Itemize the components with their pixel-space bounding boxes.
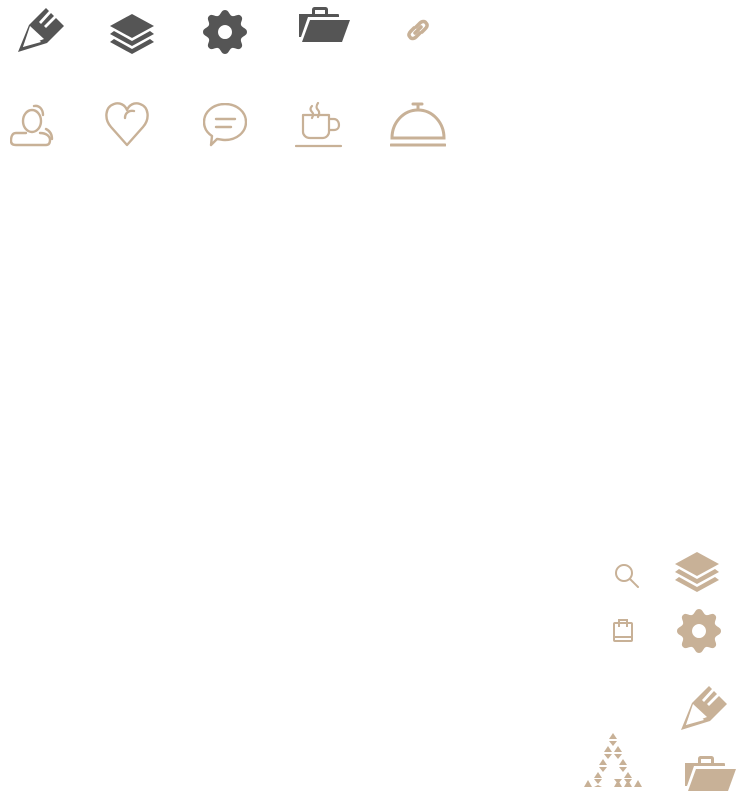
link-icon[interactable] xyxy=(405,17,431,43)
folder-open-icon[interactable] xyxy=(684,756,736,792)
gear-icon[interactable] xyxy=(203,10,247,54)
layers-icon[interactable] xyxy=(110,14,154,54)
heart-icon[interactable] xyxy=(104,101,150,147)
service-bell-icon[interactable] xyxy=(390,102,446,148)
layers-icon[interactable] xyxy=(675,552,719,592)
shopping-bag-icon[interactable] xyxy=(612,618,634,642)
pencil-fork-icon[interactable] xyxy=(680,683,728,731)
gear-icon[interactable] xyxy=(677,609,721,653)
triangle-logo-icon xyxy=(582,732,644,788)
user-icon[interactable] xyxy=(10,101,54,147)
coffee-cup-icon[interactable] xyxy=(295,102,343,148)
folder-open-icon[interactable] xyxy=(298,7,350,43)
search-icon[interactable] xyxy=(614,563,640,589)
chat-bubble-icon[interactable] xyxy=(203,103,247,147)
pencil-fork-icon[interactable] xyxy=(17,5,65,53)
